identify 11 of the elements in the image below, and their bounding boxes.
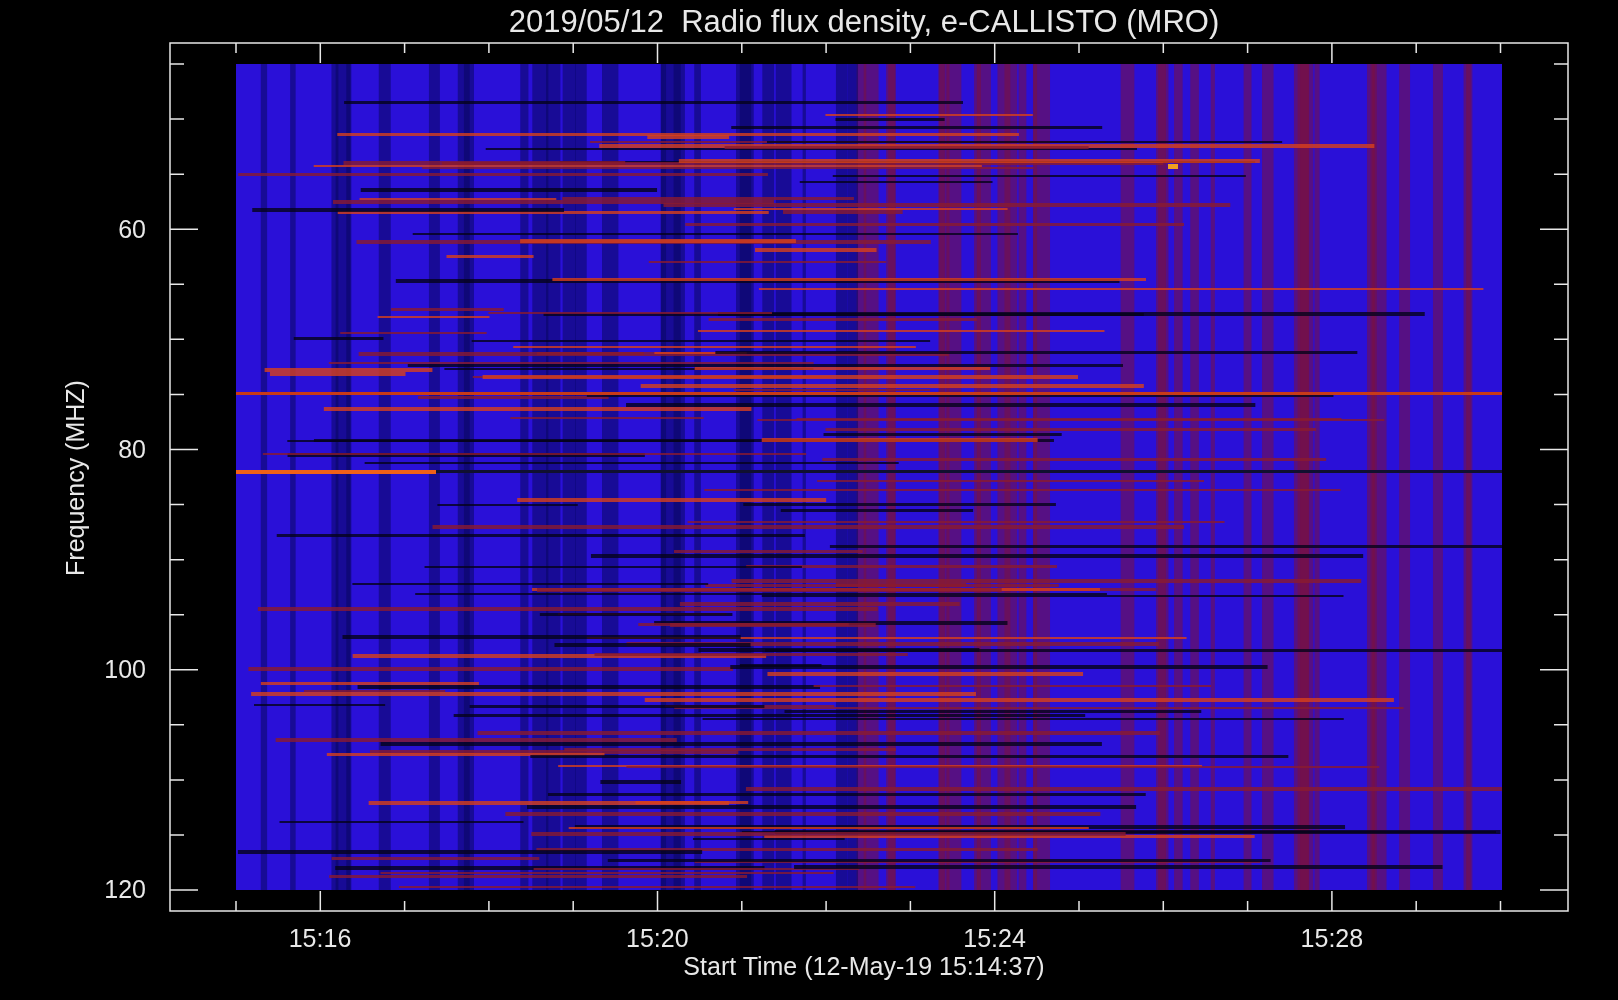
- axis-tick-label: 15:24: [963, 924, 1026, 952]
- axis-tick-label: 15:20: [626, 924, 689, 952]
- chart-title: 2019/05/12 Radio flux density, e-CALLISTO (MRO): [508, 4, 1220, 39]
- axis-title: Frequency (MHZ): [61, 380, 89, 576]
- axis-tick-label: 60: [118, 215, 146, 243]
- axis-tick-label: 15:16: [288, 924, 352, 952]
- axis-tick-label: 15:28: [1300, 924, 1364, 952]
- axis-title: Start Time (12-May-19 15:14:37): [683, 952, 1045, 980]
- axis-tick-label: 80: [118, 435, 146, 463]
- axis-tick-label: 120: [104, 875, 146, 903]
- axis-tick-label: 100: [104, 655, 146, 683]
